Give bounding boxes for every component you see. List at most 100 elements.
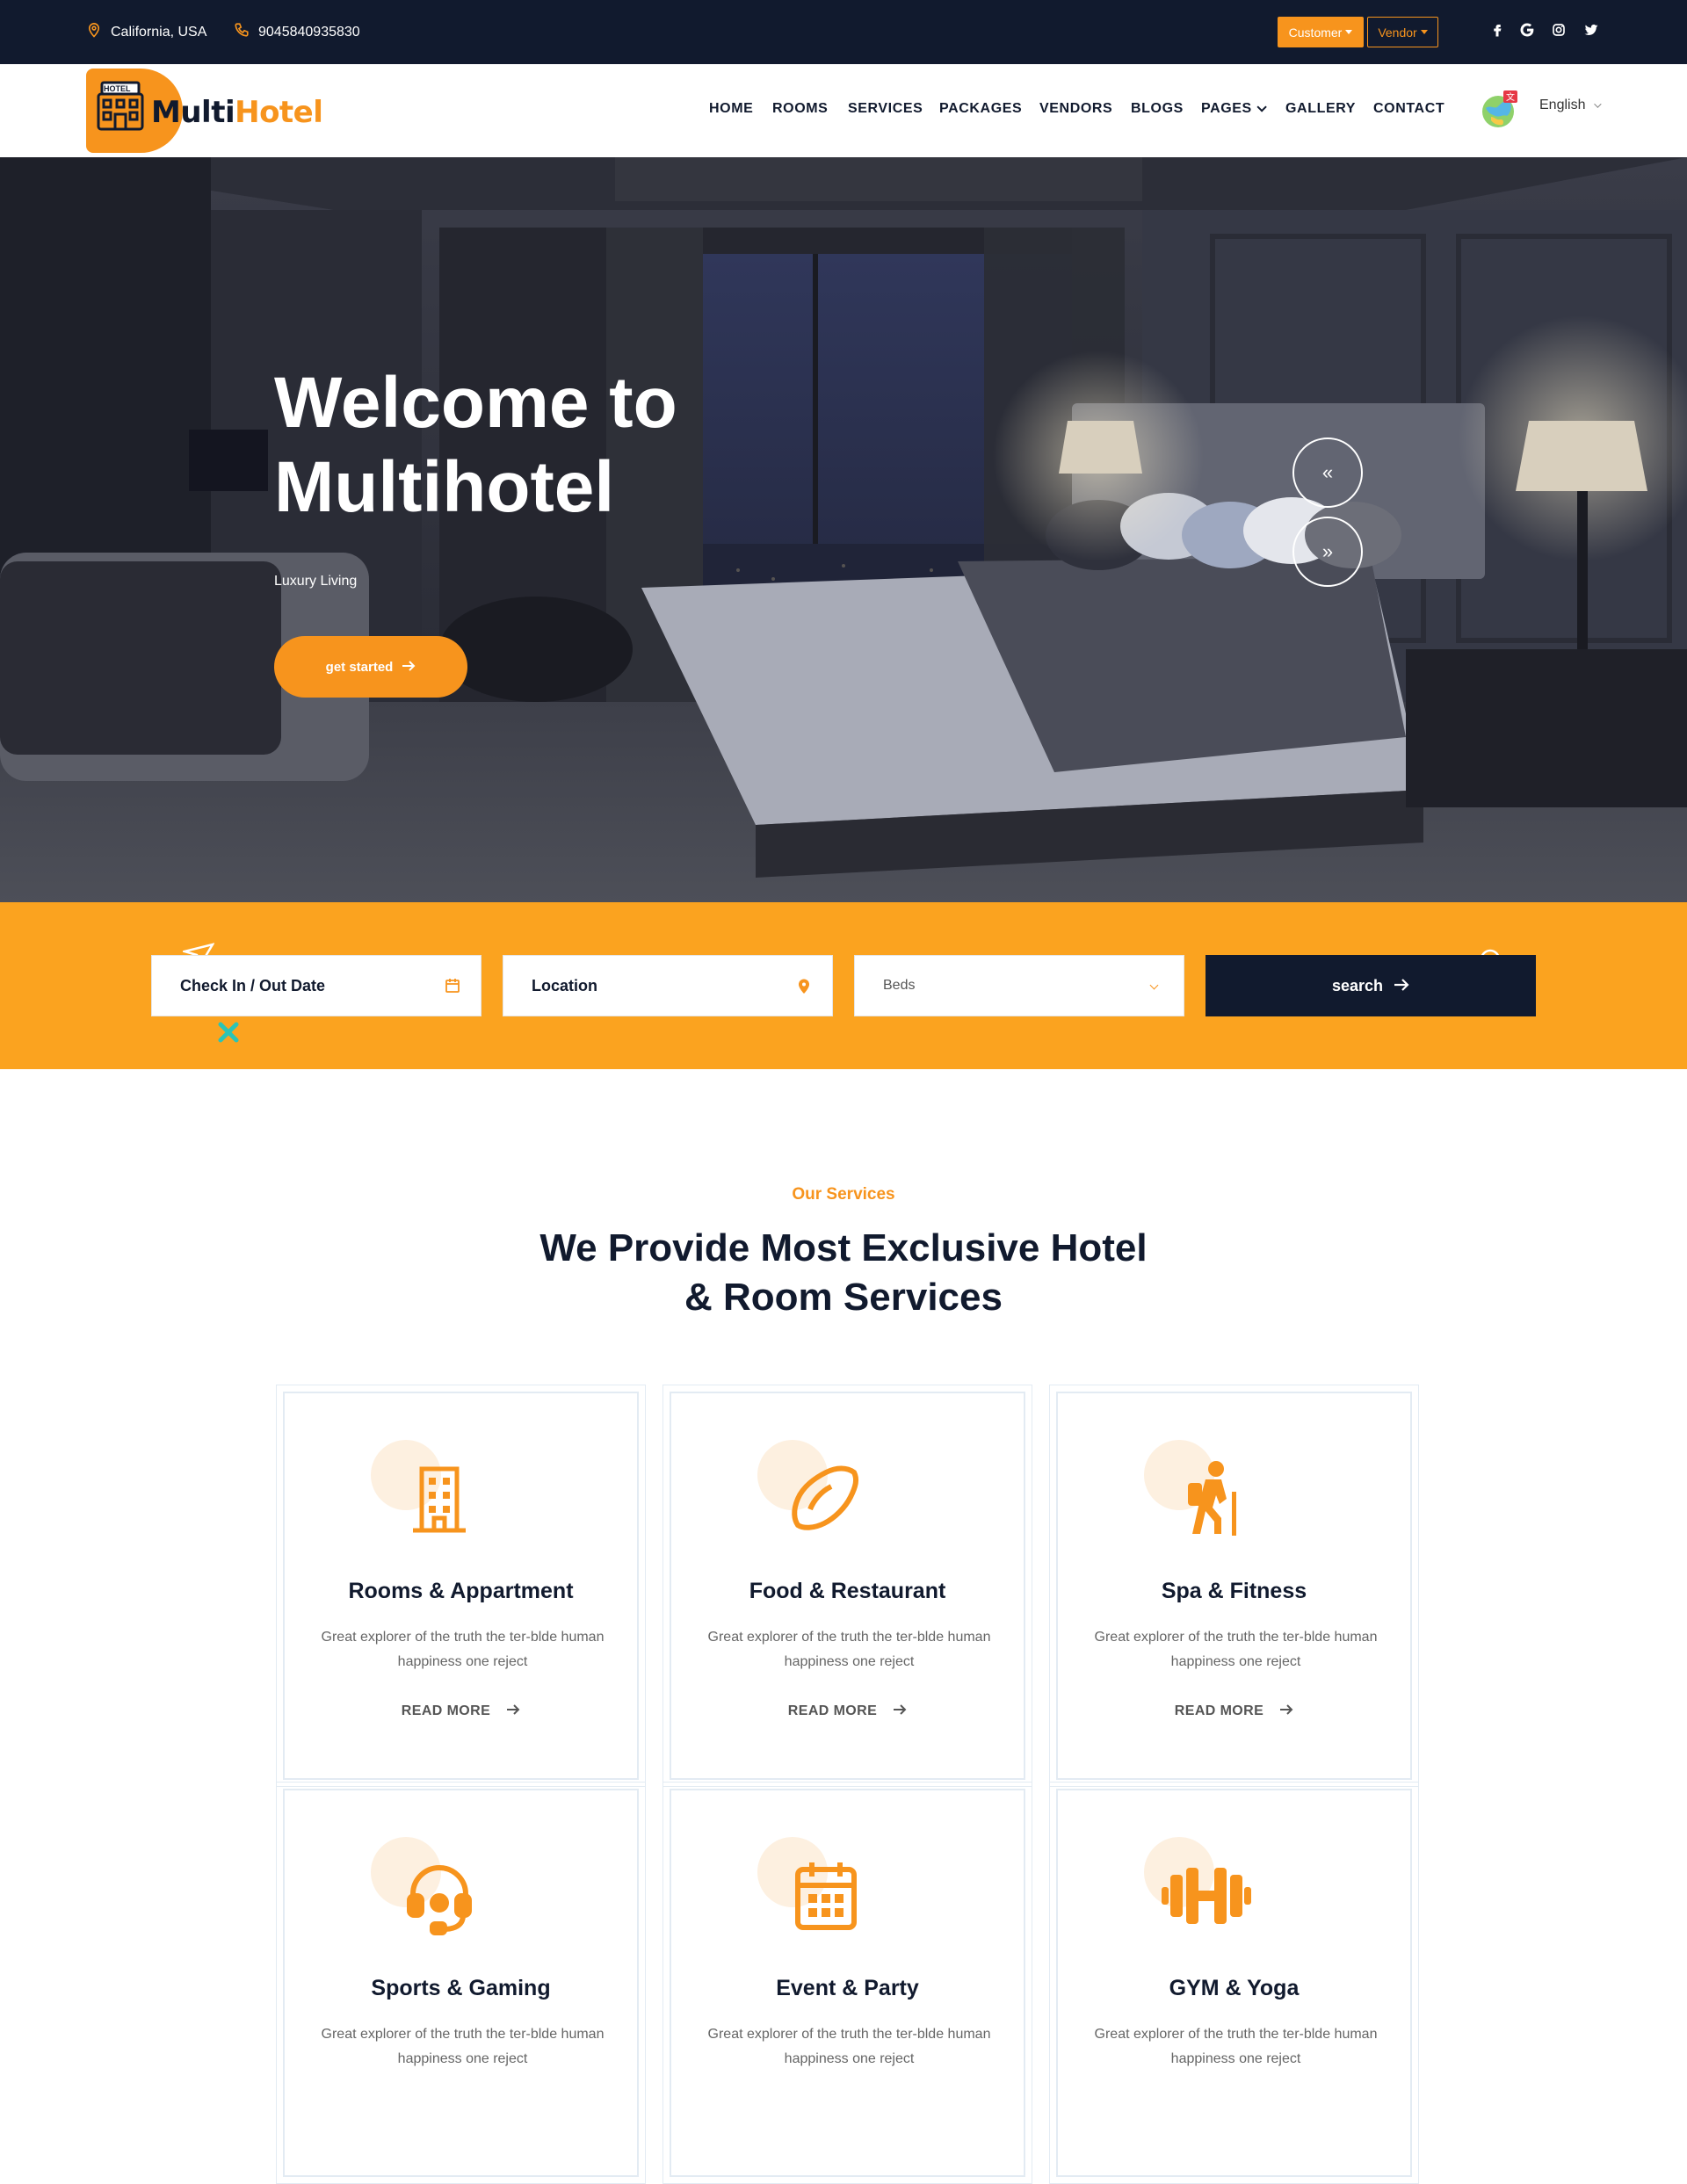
vendor-dropdown-button[interactable]: Vendor: [1367, 17, 1438, 47]
service-title: Spa & Fitness: [1161, 1579, 1307, 1603]
service-title: Food & Restaurant: [749, 1579, 946, 1603]
service-title: Event & Party: [776, 1976, 919, 2000]
service-card[interactable]: Rooms & Appartment Great explorer of the…: [276, 1385, 646, 1787]
arrow-right-icon: [893, 1703, 907, 1719]
chevron-down-icon: [1149, 980, 1159, 990]
phone-icon: [234, 22, 250, 42]
service-title: GYM & Yoga: [1169, 1976, 1300, 2000]
service-card[interactable]: Spa & Fitness Great explorer of the trut…: [1049, 1385, 1419, 1787]
brand-name-part2: Hotel: [235, 95, 323, 130]
beds-select[interactable]: Beds: [854, 955, 1184, 1016]
calendar-icon: [444, 977, 461, 994]
chevron-down-icon: [1256, 102, 1267, 112]
search-button[interactable]: search: [1206, 955, 1536, 1016]
google-icon[interactable]: [1517, 20, 1537, 40]
arrow-right-icon: [402, 660, 416, 675]
building-icon: [397, 1457, 481, 1541]
brand-logo[interactable]: HOTEL MultiHotel: [86, 69, 323, 153]
service-title: Sports & Gaming: [371, 1976, 551, 2000]
nav-item-contact[interactable]: CONTACT: [1373, 101, 1444, 117]
read-more-label: READ MORE: [1174, 1703, 1264, 1718]
beds-select-value: Beds: [883, 978, 916, 993]
nav-item-services[interactable]: SERVICES: [848, 101, 923, 117]
nav-item-home[interactable]: HOME: [709, 101, 753, 117]
get-started-button[interactable]: get started: [274, 636, 467, 698]
location-text: California, USA: [111, 24, 207, 40]
lemon-icon: [784, 1457, 868, 1541]
brand-name-part1: Multi: [151, 95, 235, 130]
map-pin-icon: [86, 22, 102, 42]
service-card[interactable]: Event & Party Great explorer of the trut…: [662, 1782, 1032, 2184]
service-description: Great explorer of the truth the ter-blde…: [321, 2027, 605, 2066]
service-description: Great explorer of the truth the ter-blde…: [1094, 2027, 1378, 2066]
read-more-link[interactable]: READ MORE: [1058, 1703, 1410, 1719]
arrow-right-icon: [1394, 977, 1409, 995]
service-card[interactable]: Sports & Gaming Great explorer of the tr…: [276, 1782, 646, 2184]
top-bar: California, USA 9045840935830 Customer V…: [0, 0, 1687, 64]
nav-item-gallery[interactable]: GALLERY: [1285, 101, 1356, 117]
nav-item-pages-label: PAGES: [1201, 101, 1252, 116]
language-selector[interactable]: English: [1539, 98, 1603, 113]
customer-dropdown-button[interactable]: Customer: [1278, 17, 1364, 47]
slider-prev-button[interactable]: «: [1292, 438, 1363, 508]
double-chevron-left-icon: «: [1321, 461, 1334, 483]
hiker-icon: [1170, 1457, 1255, 1541]
cross-decoration-icon: [218, 1022, 239, 1043]
calendar-icon: [784, 1854, 868, 1938]
date-field-label: Check In / Out Date: [180, 976, 326, 994]
slider-next-button[interactable]: »: [1292, 517, 1363, 587]
check-in-out-date-field[interactable]: Check In / Out Date: [151, 955, 481, 1016]
twitter-icon[interactable]: [1582, 20, 1601, 40]
phone-text: 9045840935830: [258, 24, 360, 40]
nav-item-packages[interactable]: PACKAGES: [939, 101, 1022, 117]
caret-down-icon: [1420, 30, 1428, 34]
facebook-icon[interactable]: [1488, 20, 1507, 40]
read-more-label: READ MORE: [401, 1703, 491, 1718]
location-field[interactable]: Location: [503, 955, 833, 1016]
services-title-text: We Provide Most Exclusive Hotel & Room S…: [539, 1226, 1148, 1319]
get-started-label: get started: [325, 659, 394, 675]
main-navbar: HOTEL MultiHotel HOME ROOMS SERVICES PAC…: [0, 64, 1687, 157]
svg-text:文: 文: [1506, 91, 1515, 103]
booking-search-bar: Check In / Out Date Location Beds search: [0, 902, 1687, 1069]
arrow-right-icon: [1279, 1703, 1293, 1719]
customer-label: Customer: [1288, 25, 1343, 40]
instagram-icon[interactable]: [1549, 20, 1568, 40]
service-description: Great explorer of the truth the ter-blde…: [321, 1630, 605, 1669]
service-description: Great explorer of the truth the ter-blde…: [707, 1630, 991, 1669]
translate-globe-icon[interactable]: 文: [1481, 90, 1519, 129]
read-more-link[interactable]: READ MORE: [671, 1703, 1024, 1719]
search-button-label: search: [1331, 976, 1384, 994]
hero-subtitle: Luxury Living: [274, 574, 358, 589]
logo-badge-text: HOTEL: [104, 84, 131, 93]
caret-down-icon: [1345, 30, 1353, 34]
dumbbell-icon: [1162, 1854, 1255, 1938]
nav-item-rooms[interactable]: ROOMS: [772, 101, 828, 117]
read-more-label: READ MORE: [787, 1703, 878, 1718]
hero-title: Welcome to Multihotel: [274, 363, 677, 527]
vendor-label: Vendor: [1378, 25, 1417, 40]
read-more-link[interactable]: READ MORE: [285, 1703, 637, 1719]
chevron-down-icon: [1594, 100, 1603, 108]
map-pin-icon: [795, 977, 813, 994]
nav-item-pages[interactable]: PAGES: [1201, 101, 1267, 117]
service-card[interactable]: Food & Restaurant Great explorer of the …: [662, 1385, 1032, 1787]
headset-icon: [397, 1854, 481, 1938]
service-card[interactable]: GYM & Yoga Great explorer of the truth t…: [1049, 1782, 1419, 2184]
location-info: California, USA: [86, 22, 206, 42]
double-chevron-right-icon: »: [1321, 540, 1334, 562]
hero-bedroom-image: [0, 157, 1687, 902]
brand-name: MultiHotel: [151, 95, 323, 130]
language-label: English: [1539, 98, 1586, 112]
service-description: Great explorer of the truth the ter-blde…: [707, 2027, 991, 2066]
phone-info[interactable]: 9045840935830: [234, 22, 360, 42]
nav-item-vendors[interactable]: VENDORS: [1039, 101, 1112, 117]
nav-item-blogs[interactable]: BLOGS: [1131, 101, 1184, 117]
arrow-right-icon: [506, 1703, 520, 1719]
services-eyebrow: Our Services: [792, 1185, 895, 1204]
service-title: Rooms & Appartment: [348, 1579, 574, 1603]
location-field-label: Location: [532, 976, 597, 994]
services-title: We Provide Most Exclusive Hotel & Room S…: [0, 1224, 1687, 1322]
hero-section: Welcome to Multihotel Luxury Living get …: [0, 157, 1687, 902]
service-description: Great explorer of the truth the ter-blde…: [1094, 1630, 1378, 1669]
